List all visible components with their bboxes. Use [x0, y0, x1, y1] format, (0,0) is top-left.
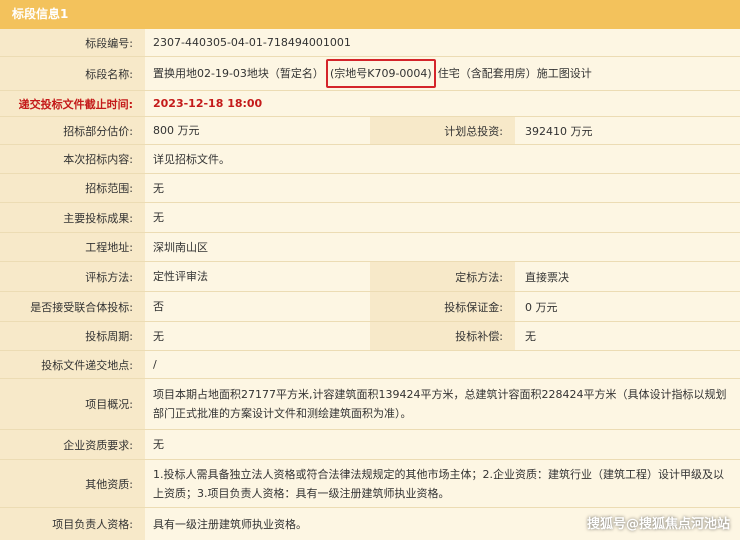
section-name-label: 标段名称:	[0, 57, 145, 90]
compensation-label: 投标补偿:	[370, 322, 515, 350]
eval-value: 定性评审法	[145, 262, 370, 291]
compensation-value: 无	[515, 322, 740, 350]
row-period: 投标周期: 无 投标补偿: 无	[0, 322, 740, 351]
consortium-value: 否	[145, 292, 370, 321]
bid-bond-value: 0 万元	[515, 292, 740, 321]
row-consortium: 是否接受联合体投标: 否 投标保证金: 0 万元	[0, 292, 740, 322]
row-eval: 评标方法: 定性评审法 定标方法: 直接票决	[0, 262, 740, 292]
eval-label: 评标方法:	[0, 262, 145, 291]
row-scope: 招标范围: 无	[0, 174, 740, 203]
address-value: 深圳南山区	[145, 233, 740, 261]
deadline-label: 递交投标文件截止时间:	[0, 91, 145, 116]
results-label: 主要投标成果:	[0, 203, 145, 232]
submit-place-label: 投标文件递交地点:	[0, 351, 145, 378]
other-qual-value: 1.投标人需具备独立法人资格或符合法律法规规定的其他市场主体；2.企业资质：建筑…	[145, 460, 740, 507]
watermark: 搜狐号@搜狐焦点河池站	[586, 517, 730, 532]
row-results: 主要投标成果: 无	[0, 203, 740, 233]
results-value: 无	[145, 203, 740, 232]
scope-value: 无	[145, 174, 740, 202]
qual-req-label: 企业资质要求:	[0, 430, 145, 459]
overview-label: 项目概况:	[0, 379, 145, 429]
consortium-label: 是否接受联合体投标:	[0, 292, 145, 321]
total-investment-label: 计划总投资:	[370, 117, 515, 144]
address-label: 工程地址:	[0, 233, 145, 261]
row-deadline: 递交投标文件截止时间: 2023-12-18 18:00	[0, 91, 740, 117]
row-bid-price: 招标部分估价: 800 万元 计划总投资: 392410 万元	[0, 117, 740, 145]
row-section-name: 标段名称: 置换用地02-19-03地块（暂定名） (宗地号K709-0004)…	[0, 57, 740, 91]
row-address: 工程地址: 深圳南山区	[0, 233, 740, 262]
award-method-label: 定标方法:	[370, 262, 515, 291]
row-section-no: 标段编号: 2307-440305-04-01-718494001001	[0, 29, 740, 57]
parcel-number-highlight: (宗地号K709-0004)	[325, 59, 436, 88]
section-no-label: 标段编号:	[0, 29, 145, 56]
bid-price-value: 800 万元	[145, 117, 370, 144]
period-value: 无	[145, 322, 370, 350]
other-qual-label: 其他资质:	[0, 460, 145, 507]
section-header: 标段信息1	[0, 0, 740, 29]
row-overview: 项目概况: 项目本期占地面积27177平方米,计容建筑面积139424平方米，总…	[0, 379, 740, 430]
total-investment-value: 392410 万元	[515, 117, 740, 144]
content-label: 本次招标内容:	[0, 145, 145, 173]
leader-qual-label: 项目负责人资格:	[0, 508, 145, 540]
submit-place-value: /	[145, 351, 740, 378]
award-method-value: 直接票决	[515, 262, 740, 291]
bid-bond-label: 投标保证金:	[370, 292, 515, 321]
row-other-qual: 其他资质: 1.投标人需具备独立法人资格或符合法律法规规定的其他市场主体；2.企…	[0, 460, 740, 508]
section-no-value: 2307-440305-04-01-718494001001	[145, 29, 740, 56]
overview-value: 项目本期占地面积27177平方米,计容建筑面积139424平方米，总建筑计容面积…	[145, 379, 740, 429]
section-name-value: 置换用地02-19-03地块（暂定名） (宗地号K709-0004) 住宅（含配…	[145, 57, 740, 90]
row-content: 本次招标内容: 详见招标文件。	[0, 145, 740, 174]
period-label: 投标周期:	[0, 322, 145, 350]
section-name-pre: 置换用地02-19-03地块（暂定名）	[153, 67, 324, 80]
row-submit-place: 投标文件递交地点: /	[0, 351, 740, 379]
bid-price-label: 招标部分估价:	[0, 117, 145, 144]
content-value: 详见招标文件。	[145, 145, 740, 173]
qual-req-value: 无	[145, 430, 740, 459]
section-name-post: 住宅（含配套用房）施工图设计	[437, 67, 592, 80]
row-qual-req: 企业资质要求: 无	[0, 430, 740, 460]
deadline-value: 2023-12-18 18:00	[145, 91, 740, 116]
scope-label: 招标范围:	[0, 174, 145, 202]
